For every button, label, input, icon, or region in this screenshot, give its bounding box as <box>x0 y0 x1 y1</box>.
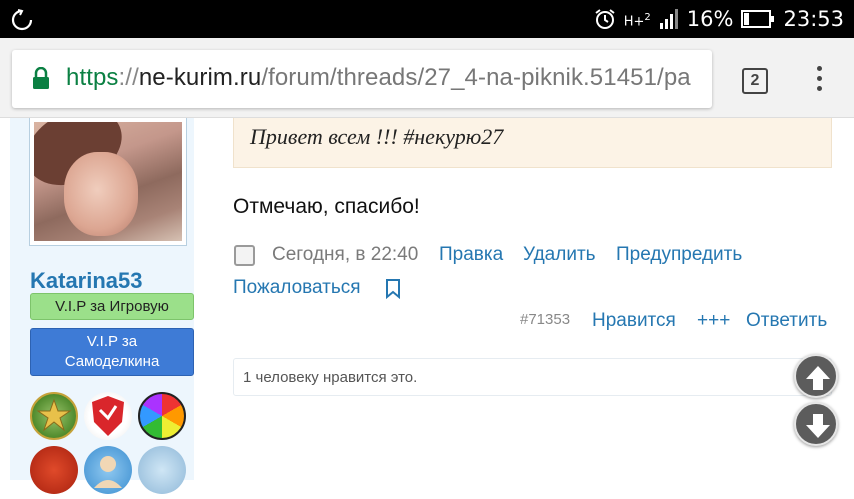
url-text: https://ne-kurim.ru/forum/threads/27_4-n… <box>66 64 691 91</box>
avatar[interactable] <box>29 118 187 246</box>
quote-block: Привет всем !!! #некурю27 <box>233 118 832 168</box>
edit-link[interactable]: Правка <box>439 244 503 266</box>
award-person-icon[interactable] <box>84 446 132 494</box>
quote-text: Привет всем !!! #некурю27 <box>250 124 504 149</box>
username[interactable]: Katarina53 <box>30 268 143 294</box>
network-type: H+2 <box>623 12 651 30</box>
tab-switcher-button[interactable]: 2 <box>742 68 768 94</box>
report-link[interactable]: Пожаловаться <box>233 277 361 299</box>
award-medal-icon[interactable] <box>30 446 78 494</box>
award-star-icon[interactable] <box>30 392 78 440</box>
lock-icon <box>33 67 49 89</box>
status-bar: H+2 16% 23:53 <box>0 0 854 38</box>
scroll-down-button[interactable] <box>794 402 838 446</box>
warn-link[interactable]: Предупредить <box>616 244 742 266</box>
user-panel: Katarina53 V.I.P за Игровую V.I.P за Само… <box>10 118 194 494</box>
post-number[interactable]: #71353 <box>520 311 570 328</box>
award-badge-icon[interactable] <box>138 446 186 494</box>
battery-percent: 16% <box>686 7 734 31</box>
arrow-up-icon <box>806 366 830 390</box>
url-field[interactable]: https://ne-kurim.ru/forum/threads/27_4-n… <box>12 50 712 108</box>
post-date[interactable]: Сегодня, в 22:40 <box>272 244 418 266</box>
award-rainbow-icon[interactable] <box>138 392 186 440</box>
delete-link[interactable]: Удалить <box>523 244 596 266</box>
sync-icon <box>11 9 33 31</box>
like-button[interactable]: Нравится <box>592 310 676 332</box>
bookmark-icon[interactable] <box>385 279 401 299</box>
arrow-down-icon <box>806 414 830 438</box>
select-post-checkbox[interactable] <box>234 245 255 266</box>
likes-summary: 1 человеку нравится это. <box>233 358 832 396</box>
award-shield-icon[interactable] <box>84 392 132 440</box>
alarm-icon <box>595 9 615 29</box>
battery-icon <box>741 10 775 28</box>
clock: 23:53 <box>783 7 844 31</box>
reply-button[interactable]: Ответить <box>746 310 827 332</box>
browser-toolbar: https://ne-kurim.ru/forum/threads/27_4-n… <box>0 38 854 118</box>
likes-summary-text[interactable]: 1 человеку нравится это. <box>243 369 417 386</box>
avatar-image <box>34 122 182 241</box>
vip-badge-game: V.I.P за Игровую <box>30 293 194 320</box>
scroll-up-button[interactable] <box>794 354 838 398</box>
vip-badge-samodelkin: V.I.P за Самоделкина <box>30 328 194 376</box>
overflow-menu-icon[interactable] <box>812 66 826 96</box>
plus-button[interactable]: +++ <box>697 310 730 332</box>
signal-icon <box>659 9 678 29</box>
post-message: Отмечаю, спасибо! <box>233 195 420 218</box>
